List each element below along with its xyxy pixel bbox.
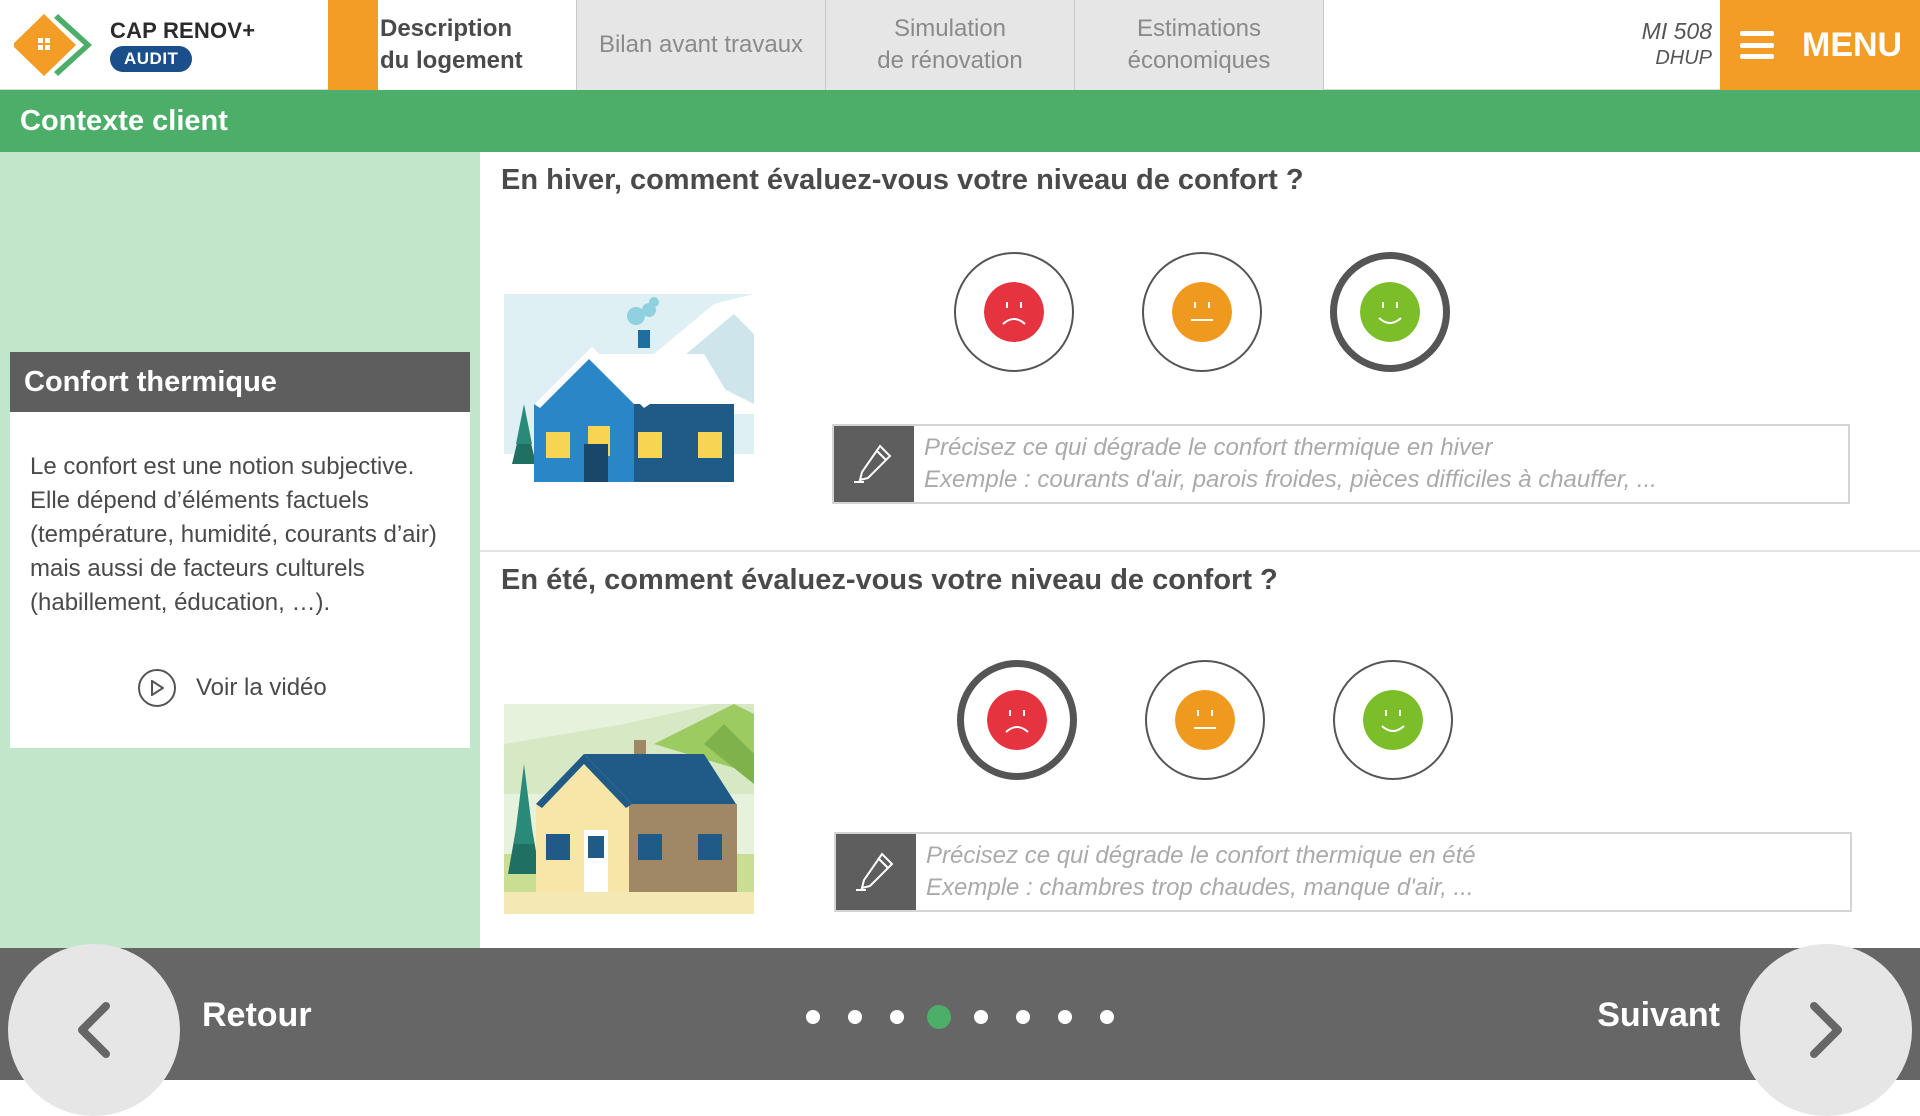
- placeholder-line-2: Exemple : courants d'air, parois froides…: [924, 466, 1657, 493]
- pencil-icon: [834, 426, 914, 502]
- menu-button[interactable]: MENU: [1720, 0, 1920, 90]
- page-dot-current[interactable]: [927, 1005, 951, 1029]
- page-dot[interactable]: [848, 1010, 862, 1024]
- pencil-icon: [836, 834, 916, 910]
- rating-good-button[interactable]: [1330, 252, 1450, 372]
- rating-neutral-button[interactable]: [1145, 660, 1265, 780]
- step-tabs: Description du logement Bilan avant trav…: [328, 0, 1324, 90]
- info-card-text: Le confort est une notion subjective. El…: [30, 453, 437, 616]
- summer-comment-field[interactable]: Précisez ce qui dégrade le confort therm…: [834, 832, 1852, 912]
- rating-bad-button[interactable]: [957, 660, 1077, 780]
- next-label[interactable]: Suivant: [1597, 996, 1720, 1035]
- page-dot[interactable]: [1016, 1010, 1030, 1024]
- placeholder-line-2: Exemple : chambres trop chaudes, manque …: [926, 874, 1474, 901]
- happy-face-icon: [1360, 282, 1420, 342]
- happy-face-icon: [1363, 690, 1423, 750]
- page-dot[interactable]: [1058, 1010, 1072, 1024]
- back-label[interactable]: Retour: [202, 996, 312, 1035]
- brand-badge: AUDIT: [110, 46, 193, 72]
- neutral-face-icon: [1172, 282, 1232, 342]
- rating-bad-button[interactable]: [954, 252, 1074, 372]
- tab-bilan-avant-travaux[interactable]: Bilan avant travaux: [577, 0, 826, 90]
- bottom-navigation: Retour Suivant: [0, 944, 1920, 1116]
- chevron-right-icon: [1810, 1002, 1842, 1058]
- winter-house-illustration: [504, 294, 754, 504]
- menu-label: MENU: [1802, 25, 1903, 64]
- page-dot[interactable]: [1100, 1010, 1114, 1024]
- watch-video-label: Voir la vidéo: [196, 674, 327, 701]
- question-title: En été, comment évaluez-vous votre nivea…: [501, 564, 1278, 596]
- back-button[interactable]: [8, 944, 180, 1116]
- top-bar: CAP RENOV+ AUDIT Description du logement…: [0, 0, 1920, 90]
- info-card: Confort thermique Le confort est une not…: [10, 352, 470, 748]
- next-button[interactable]: [1740, 944, 1912, 1116]
- watch-video-link[interactable]: Voir la vidéo: [138, 669, 327, 707]
- winter-rating-options: [954, 252, 1450, 372]
- brand-name: CAP RENOV+: [110, 18, 256, 43]
- rating-good-button[interactable]: [1333, 660, 1453, 780]
- play-icon: [138, 669, 176, 707]
- questions-panel: En hiver, comment évaluez-vous votre niv…: [480, 152, 1920, 948]
- page-dot[interactable]: [806, 1010, 820, 1024]
- rating-neutral-button[interactable]: [1142, 252, 1262, 372]
- summer-comfort-question: En été, comment évaluez-vous votre nivea…: [480, 550, 1920, 948]
- app-logo[interactable]: CAP RENOV+ AUDIT: [14, 12, 314, 78]
- placeholder-line-1: Précisez ce qui dégrade le confort therm…: [926, 842, 1476, 869]
- neutral-face-icon: [1175, 690, 1235, 750]
- summer-comment-placeholder: Précisez ce qui dégrade le confort therm…: [916, 834, 1486, 910]
- sad-face-icon: [987, 690, 1047, 750]
- tab-simulation-renovation[interactable]: Simulation de rénovation: [826, 0, 1075, 90]
- question-title: En hiver, comment évaluez-vous votre niv…: [501, 164, 1304, 196]
- info-card-title: Confort thermique: [10, 352, 470, 412]
- section-title: Contexte client: [0, 90, 1920, 152]
- document-id: MI 508: [1641, 18, 1712, 44]
- summer-rating-options: [957, 660, 1453, 780]
- winter-comfort-question: En hiver, comment évaluez-vous votre niv…: [480, 152, 1920, 550]
- tab-estimations-economiques[interactable]: Estimations économiques: [1075, 0, 1324, 90]
- info-sidebar: Confort thermique Le confort est une not…: [0, 152, 480, 948]
- summer-house-illustration: [504, 704, 754, 914]
- tab-description-logement[interactable]: Description du logement: [328, 0, 577, 90]
- page-indicator: [806, 1005, 1142, 1029]
- document-reference: MI 508 DHUP: [1642, 18, 1712, 72]
- sad-face-icon: [984, 282, 1044, 342]
- document-sub: DHUP: [1655, 47, 1712, 69]
- page-dot[interactable]: [974, 1010, 988, 1024]
- house-diamond-icon: [14, 14, 92, 76]
- placeholder-line-1: Précisez ce qui dégrade le confort therm…: [924, 434, 1493, 461]
- chevron-left-icon: [78, 1002, 110, 1058]
- winter-comment-field[interactable]: Précisez ce qui dégrade le confort therm…: [832, 424, 1850, 504]
- winter-comment-placeholder: Précisez ce qui dégrade le confort therm…: [914, 426, 1667, 502]
- page-dot[interactable]: [890, 1010, 904, 1024]
- hamburger-icon: [1740, 28, 1774, 62]
